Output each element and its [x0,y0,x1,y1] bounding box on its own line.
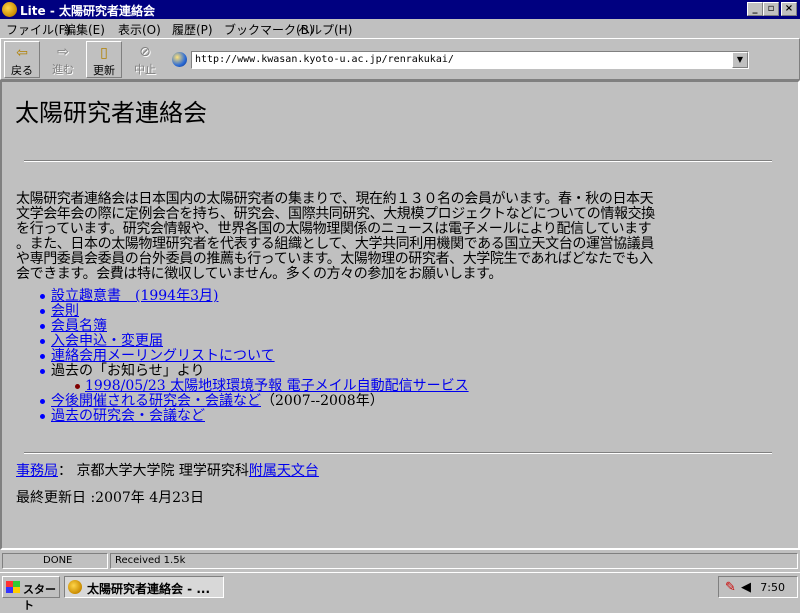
page-content[interactable]: 太陽研究者連絡会 太陽研究者連絡会は日本国内の太陽研究者の集まりで、現在約１３０… [0,80,800,550]
menu-help[interactable]: ヘルプ(H) [298,21,352,38]
link-bylaws[interactable]: 会則 [51,303,79,319]
pen-icon[interactable]: ✎ [725,580,736,595]
past-news-list: 1998/05/23 太陽地球環境予報 電子メイル自動配信サービス [51,379,469,394]
link-upcoming-meetings[interactable]: 今後開催される研究会・会議など [51,393,261,409]
upcoming-note: （2007--2008年） [261,393,384,409]
title-bar: Lite - 太陽研究者連絡会 _ ▫ × [0,0,800,19]
link-mailing-list[interactable]: 連絡会用メーリングリストについて [51,348,275,364]
page-icon: ▯ [100,45,108,61]
list-item: 入会申込・変更届 [40,333,469,349]
divider-top [24,160,772,162]
forward-button[interactable]: ⇨ 進む [45,41,81,78]
status-bar: DONE Received 1.5k [0,551,800,570]
browser-icon [68,580,82,594]
maximize-button[interactable]: ▫ [763,2,779,16]
link-office[interactable]: 事務局 [16,463,58,479]
taskbar-item-browser[interactable]: 太陽研究者連絡会 - ... [64,576,224,598]
link-charter[interactable]: 設立趣意書 (1994年3月) [51,288,218,304]
forward-arrow-icon: ⇨ [57,44,69,60]
list-item: 今後開催される研究会・会議など（2007--2008年） [40,393,469,409]
globe-icon [172,52,187,67]
minimize-button[interactable]: _ [747,2,763,16]
back-arrow-icon: ⇦ [16,45,28,61]
list-item: 設立趣意書 (1994年3月) [40,288,469,304]
list-item: 過去の研究会・会議など [40,408,469,424]
footer-office: 事務局： 京都大学大学院 理学研究科附属天文台 [16,464,319,479]
speaker-icon[interactable]: ◀ [741,580,751,595]
status-state: DONE [2,553,108,569]
stop-button[interactable]: ⊘ 中止 [127,41,163,78]
windows-logo-icon [6,581,20,593]
list-item: 連絡会用メーリングリストについて [40,348,469,364]
link-members[interactable]: 会員名簿 [51,318,107,334]
stop-icon: ⊘ [139,44,151,60]
list-item: 会員名簿 [40,318,469,334]
list-item: 1998/05/23 太陽地球環境予報 電子メイル自動配信サービス [75,378,469,394]
link-list: 設立趣意書 (1994年3月) 会則 会員名簿 入会申込・変更届 連絡会用メーリ… [16,289,469,424]
menu-view[interactable]: 表示(O) [118,21,161,38]
intro-paragraph: 太陽研究者連絡会は日本国内の太陽研究者の集まりで、現在約１３０名の会員がいます。… [16,191,655,282]
close-button[interactable]: × [781,2,797,16]
list-item: 過去の「お知らせ」より 1998/05/23 太陽地球環境予報 電子メイル自動配… [40,363,469,394]
menu-history[interactable]: 履歴(P) [172,21,213,38]
address-input[interactable]: http://www.kwasan.kyoto-u.ac.jp/renrakuk… [191,51,749,69]
address-dropdown-button[interactable]: ▼ [732,52,748,68]
link-past-meetings[interactable]: 過去の研究会・会議など [51,408,205,424]
menu-file[interactable]: ファイル(F) [6,21,70,38]
menu-edit[interactable]: 編集(E) [64,21,105,38]
system-tray: ✎ ◀ 7:50 [718,576,798,598]
list-item: 会則 [40,303,469,319]
app-icon[interactable] [2,2,17,17]
link-observatory[interactable]: 附属天文台 [249,463,319,479]
clock[interactable]: 7:50 [760,581,785,594]
last-updated: 最終更新日 :2007年 4月23日 [16,490,204,506]
status-received: Received 1.5k [110,553,798,569]
link-application[interactable]: 入会申込・変更届 [51,333,163,349]
reload-button[interactable]: ▯ 更新 [86,41,122,78]
address-value: http://www.kwasan.kyoto-u.ac.jp/renrakuk… [195,54,454,65]
start-button[interactable]: スタート [2,576,60,612]
divider-bottom [24,452,772,454]
back-button[interactable]: ⇦ 戻る [4,41,40,78]
link-past-news-item[interactable]: 1998/05/23 太陽地球環境予報 電子メイル自動配信サービス [85,378,469,394]
page-title: 太陽研究者連絡会 [15,99,207,127]
menu-bar: ファイル(F) 編集(E) 表示(O) 履歴(P) ブックマーク(B) ヘルプ(… [0,19,800,38]
window-title: Lite - 太陽研究者連絡会 [20,4,155,18]
office-text: ： 京都大学大学院 理学研究科 [58,463,249,479]
taskbar: スタート 太陽研究者連絡会 - ... ✎ ◀ 7:50 [0,572,800,612]
past-news-label: 過去の「お知らせ」より [51,363,205,379]
